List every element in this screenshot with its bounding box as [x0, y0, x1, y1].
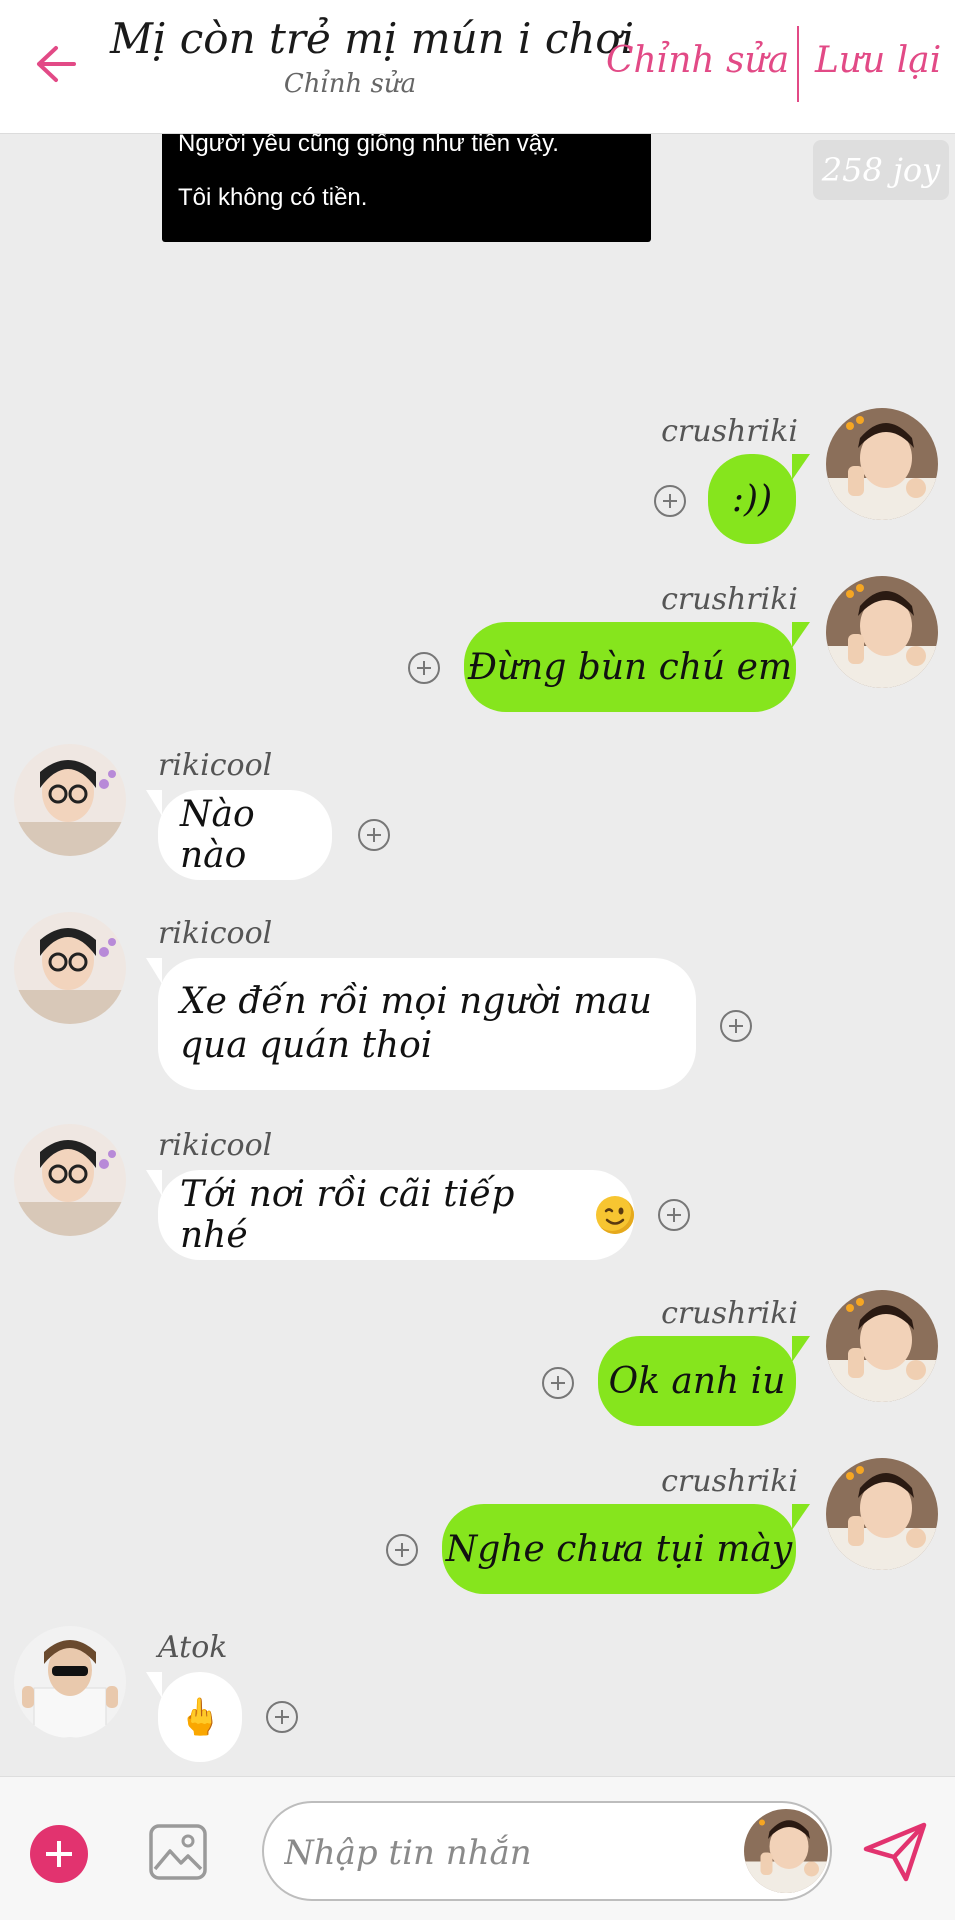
message-line: Người yêu cũng giống như tiền vậy.: [178, 130, 559, 157]
message-text: Tới nơi rồi cãi tiếp nhé: [180, 1174, 515, 1256]
composer-bar: [0, 1776, 955, 1920]
sender-avatar-toggle[interactable]: [744, 1809, 828, 1893]
add-reaction-button[interactable]: [386, 1534, 418, 1566]
back-button[interactable]: [28, 36, 84, 92]
send-button[interactable]: [862, 1821, 928, 1883]
avatar-image-icon: [14, 1626, 126, 1738]
avatar-image-icon: [826, 1290, 938, 1402]
add-reaction-button[interactable]: [542, 1367, 574, 1399]
avatar-rikicool[interactable]: [14, 1124, 126, 1236]
message-bubble[interactable]: Ok anh iu: [598, 1336, 810, 1426]
add-reaction-button[interactable]: [654, 485, 686, 517]
avatar-image-icon: [14, 744, 126, 856]
message-bubble[interactable]: 🖕: [146, 1672, 242, 1762]
message-bubble[interactable]: Tới nơi rồi cãi tiếp nhé: [146, 1170, 634, 1260]
add-attachment-button[interactable]: [30, 1825, 88, 1883]
avatar-crushriki[interactable]: [826, 408, 938, 520]
send-icon: [863, 1822, 927, 1882]
avatar-rikicool[interactable]: [14, 912, 126, 1024]
arrow-left-icon: [37, 46, 76, 82]
chat-title-block: Mị còn trẻ mị mún i chơi Chỉnh sửa: [110, 14, 634, 99]
chat-subtitle: Chỉnh sửa: [283, 69, 417, 99]
image-text-message[interactable]: Người yêu cũng giống như tiền vậy. Tôi k…: [162, 130, 651, 242]
sender-name: crushriki: [661, 1464, 798, 1499]
message-bubble[interactable]: :)): [708, 454, 810, 544]
sender-name: rikicool: [158, 748, 273, 783]
joy-badge: 258 joy: [813, 140, 949, 200]
avatar-crushriki[interactable]: [826, 1458, 938, 1570]
avatar-crushriki[interactable]: [826, 1290, 938, 1402]
message-line: Xe đến rồi mọi người mau: [180, 981, 652, 1022]
avatar-image-icon: [826, 576, 938, 688]
message-bubble[interactable]: Đừng bùn chú em: [464, 622, 810, 712]
add-reaction-button[interactable]: [358, 819, 390, 851]
chat-title[interactable]: Mị còn trẻ mị mún i chơi: [110, 14, 634, 63]
avatar-image-icon: [744, 1809, 828, 1893]
avatar-image-icon: [826, 408, 938, 520]
sender-name: crushriki: [661, 582, 798, 617]
chat-header: Mị còn trẻ mị mún i chơi Chỉnh sửa Chỉnh…: [0, 0, 955, 134]
avatar-crushriki[interactable]: [826, 576, 938, 688]
avatar-atok[interactable]: [14, 1626, 126, 1738]
sender-name: Atok: [158, 1630, 228, 1665]
message-bubble[interactable]: Xe đến rồi mọi người mau qua quán thoi: [146, 958, 696, 1090]
save-button[interactable]: Lưu lại: [815, 40, 941, 81]
add-reaction-button[interactable]: [658, 1199, 690, 1231]
sender-name: rikicool: [158, 1128, 273, 1163]
header-divider: [797, 26, 799, 102]
message-input-box[interactable]: [262, 1801, 832, 1901]
avatar-image-icon: [826, 1458, 938, 1570]
message-input[interactable]: [284, 1829, 684, 1877]
edit-button[interactable]: Chỉnh sửa: [606, 40, 789, 81]
avatar-image-icon: [14, 1124, 126, 1236]
message-line: Tôi không có tiền.: [178, 184, 368, 211]
sender-name: rikicool: [158, 916, 273, 951]
avatar-rikicool[interactable]: [14, 744, 126, 856]
image-icon: [149, 1824, 207, 1880]
add-reaction-button[interactable]: [720, 1010, 752, 1042]
add-reaction-button[interactable]: [266, 1701, 298, 1733]
add-reaction-button[interactable]: [408, 652, 440, 684]
message-bubble[interactable]: Nào nào: [146, 790, 332, 880]
message-bubble[interactable]: Nghe chưa tụi mày: [442, 1504, 810, 1594]
sender-name: crushriki: [661, 414, 798, 449]
sender-name: crushriki: [661, 1296, 798, 1331]
message-line: qua quán thoi: [180, 1025, 433, 1066]
gallery-button[interactable]: [148, 1823, 208, 1881]
winking-face-icon: [596, 1196, 634, 1234]
avatar-image-icon: [14, 912, 126, 1024]
